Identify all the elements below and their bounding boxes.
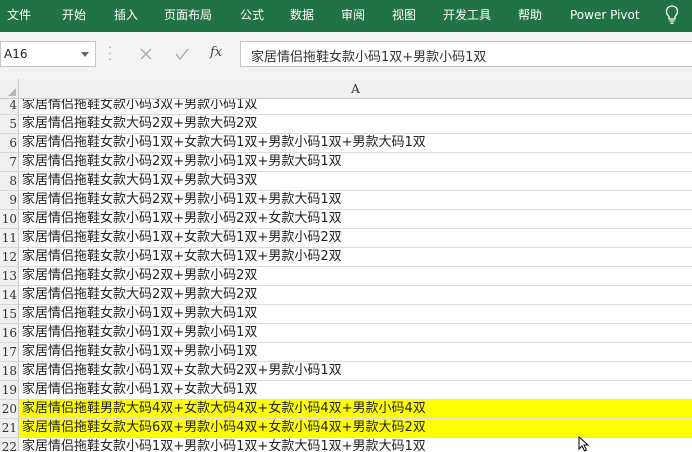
sheet-grid[interactable]: 4 家居情侣拖鞋女款小码3双+男款小码1双 5 家居情侣拖鞋女款大码2双+男款大码2双… [0, 99, 692, 451]
table-row: 9 家居情侣拖鞋女款大码2双+男款小码1双+男款大码1双 [0, 191, 692, 210]
cell-a[interactable]: 家居情侣拖鞋女款小码1双+男款小码1双 [19, 343, 692, 362]
cell-a[interactable]: 家居情侣拖鞋女款小码1双+女款大码1双+男款小码1双+男款大码1双 [19, 134, 692, 153]
tab-power-pivot[interactable]: Power Pivot [570, 0, 640, 32]
tab-page-layout[interactable]: 页面布局 [164, 0, 212, 32]
lightbulb-icon[interactable] [665, 5, 679, 25]
table-row: 10 家居情侣拖鞋女款小码1双+男款小码2双+女款大码1双 [0, 210, 692, 229]
chevron-down-icon[interactable] [81, 52, 89, 57]
drag-handle-icon[interactable]: · · · [108, 42, 112, 65]
table-row: 19 家居情侣拖鞋女款小码1双+女款大码1双 [0, 381, 692, 400]
tab-help[interactable]: 帮助 [518, 0, 542, 32]
cell-a[interactable]: 家居情侣拖鞋女款小码1双+男款小码1双 [19, 324, 692, 343]
cell-a[interactable]: 家居情侣拖鞋女款小码1双+男款大码1双 [19, 305, 692, 324]
ribbon-tab-bar: 文件 开始 插入 页面布局 公式 数据 审阅 视图 开发工具 帮助 Power … [0, 0, 692, 32]
row-header[interactable]: 6 [0, 134, 19, 153]
row-header[interactable]: 8 [0, 172, 19, 191]
table-row: 20 家居情侣拖鞋男款大码4双+女款大码4双+女款小码4双+男款小码4双 [0, 400, 692, 419]
tab-view[interactable]: 视图 [392, 0, 416, 32]
row-header[interactable]: 9 [0, 191, 19, 210]
row-header[interactable]: 18 [0, 362, 19, 381]
table-row: 17 家居情侣拖鞋女款小码1双+男款小码1双 [0, 343, 692, 362]
row-header[interactable]: 19 [0, 381, 19, 400]
name-box[interactable]: A16 [0, 41, 96, 67]
enter-check-icon[interactable] [172, 44, 192, 64]
cell-a[interactable]: 家居情侣拖鞋女款大码2双+男款大码2双 [19, 115, 692, 134]
cell-a[interactable]: 家居情侣拖鞋女款小码1双+女款大码1双+男款小码2双 [19, 248, 692, 267]
row-header[interactable]: 13 [0, 267, 19, 286]
table-row: 5 家居情侣拖鞋女款大码2双+男款大码2双 [0, 115, 692, 134]
column-header-a[interactable]: A [19, 79, 692, 98]
row-header[interactable]: 17 [0, 343, 19, 362]
tab-insert[interactable]: 插入 [114, 0, 138, 32]
formula-bar-row: A16 · · · fx 家居情侣拖鞋女款小码1双+男款小码1双 [0, 32, 692, 79]
tab-formulas[interactable]: 公式 [240, 0, 264, 32]
table-row: 14 家居情侣拖鞋女款大码2双+男款大码2双 [0, 286, 692, 305]
row-header[interactable]: 20 [0, 400, 19, 419]
table-row: 15 家居情侣拖鞋女款小码1双+男款大码1双 [0, 305, 692, 324]
table-row: 7 家居情侣拖鞋女款小码2双+男款小码1双+男款大码1双 [0, 153, 692, 172]
column-header-row: A [0, 79, 692, 99]
tab-review[interactable]: 审阅 [341, 0, 365, 32]
cell-a[interactable]: 家居情侣拖鞋女款大码1双+男款大码3双 [19, 172, 692, 191]
row-header[interactable]: 15 [0, 305, 19, 324]
mouse-cursor-icon [578, 436, 590, 452]
table-row: 12 家居情侣拖鞋女款小码1双+女款大码1双+男款小码2双 [0, 248, 692, 267]
cell-a[interactable]: 家居情侣拖鞋女款小码1双+女款大码1双+男款小码2双 [19, 229, 692, 248]
row-header[interactable]: 5 [0, 115, 19, 134]
cell-a[interactable]: 家居情侣拖鞋男款大码4双+女款大码4双+女款小码4双+男款小码4双 [19, 400, 692, 419]
cell-a[interactable]: 家居情侣拖鞋女款小码3双+男款小码1双 [19, 99, 692, 115]
row-header[interactable]: 4 [0, 99, 19, 115]
row-header[interactable]: 16 [0, 324, 19, 343]
tab-developer[interactable]: 开发工具 [443, 0, 491, 32]
select-all-button[interactable] [0, 79, 19, 98]
tab-data[interactable]: 数据 [290, 0, 314, 32]
name-box-value: A16 [4, 47, 28, 61]
table-row: 8 家居情侣拖鞋女款大码1双+男款大码3双 [0, 172, 692, 191]
row-header[interactable]: 7 [0, 153, 19, 172]
formula-text: 家居情侣拖鞋女款小码1双+男款小码1双 [251, 50, 487, 65]
cell-a[interactable]: 家居情侣拖鞋女款大码2双+男款小码1双+男款大码1双 [19, 191, 692, 210]
tab-home[interactable]: 开始 [62, 0, 86, 32]
row-header[interactable]: 22 [0, 438, 19, 451]
table-row: 4 家居情侣拖鞋女款小码3双+男款小码1双 [0, 99, 692, 115]
cell-a[interactable]: 家居情侣拖鞋女款小码2双+男款小码1双+男款大码1双 [19, 153, 692, 172]
cell-a[interactable]: 家居情侣拖鞋女款小码1双+女款大码2双+男款小码1双 [19, 362, 692, 381]
row-header[interactable]: 10 [0, 210, 19, 229]
table-row: 16 家居情侣拖鞋女款小码1双+男款小码1双 [0, 324, 692, 343]
cell-a[interactable]: 家居情侣拖鞋女款小码2双+男款小码2双 [19, 267, 692, 286]
tab-file[interactable]: 文件 [7, 0, 31, 32]
insert-function-icon[interactable]: fx [210, 45, 222, 60]
row-header[interactable]: 21 [0, 419, 19, 438]
table-row: 18 家居情侣拖鞋女款小码1双+女款大码2双+男款小码1双 [0, 362, 692, 381]
table-row: 13 家居情侣拖鞋女款小码2双+男款小码2双 [0, 267, 692, 286]
cell-a[interactable]: 家居情侣拖鞋女款大码2双+男款大码2双 [19, 286, 692, 305]
table-row: 6 家居情侣拖鞋女款小码1双+女款大码1双+男款小码1双+男款大码1双 [0, 134, 692, 153]
formula-input[interactable]: 家居情侣拖鞋女款小码1双+男款小码1双 [240, 41, 692, 67]
cell-a[interactable]: 家居情侣拖鞋女款小码1双+女款大码1双 [19, 381, 692, 400]
row-header[interactable]: 14 [0, 286, 19, 305]
cancel-icon[interactable] [136, 44, 156, 64]
table-row: 11 家居情侣拖鞋女款小码1双+女款大码1双+男款小码2双 [0, 229, 692, 248]
row-header[interactable]: 11 [0, 229, 19, 248]
cell-a[interactable]: 家居情侣拖鞋女款小码1双+男款小码2双+女款大码1双 [19, 210, 692, 229]
row-header[interactable]: 12 [0, 248, 19, 267]
